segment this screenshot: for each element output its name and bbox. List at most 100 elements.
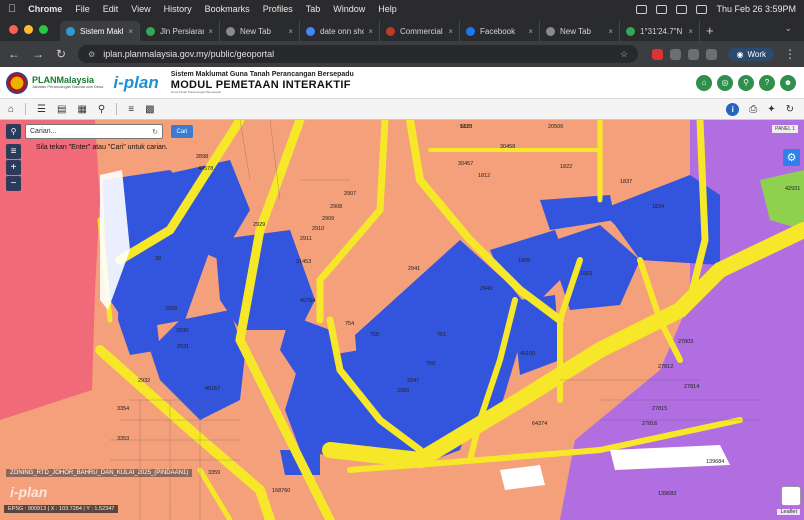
bookmark-star-icon[interactable]: ☆ [620, 49, 628, 60]
close-tab-icon[interactable]: × [368, 27, 373, 36]
wifi-icon[interactable] [676, 4, 688, 14]
info-icon[interactable]: i [726, 102, 740, 116]
apple-icon[interactable]:  [8, 3, 16, 15]
menu-help[interactable]: Help [378, 4, 397, 14]
maximize-window-button[interactable] [39, 25, 48, 34]
battery-icon[interactable] [656, 4, 668, 14]
menu-window[interactable]: Window [333, 4, 365, 14]
clock[interactable]: Thu Feb 26 3:59PM [716, 4, 796, 14]
close-tab-icon[interactable]: × [608, 27, 613, 36]
browser-tab[interactable]: Commercial Pr × [380, 21, 460, 41]
map-icon[interactable]: ▦ [77, 104, 86, 115]
divider [116, 103, 118, 115]
browser-tab[interactable]: New Tab × [540, 21, 620, 41]
tab-title: date onn shop [320, 26, 364, 36]
search-input[interactable]: Carian... ↻ [25, 124, 163, 139]
parcel-label: 45160 [520, 351, 535, 357]
attribution[interactable]: Leaflet [777, 509, 800, 515]
parcel-label: 27816 [642, 421, 657, 427]
more-menu-icon[interactable]: ⋮ [784, 47, 796, 61]
parcel-label: 5125 [460, 124, 472, 130]
favicon-icon [386, 26, 395, 36]
share-icon[interactable]: ✦ [767, 104, 775, 115]
zoom-out-button[interactable]: − [6, 176, 21, 191]
search-icon[interactable]: ⚲ [6, 124, 21, 139]
status-icon[interactable] [636, 4, 648, 14]
site-info-icon[interactable]: ⚙ [88, 50, 95, 59]
home-icon[interactable]: ⌂ [8, 104, 14, 115]
parcel-label: 64374 [532, 421, 547, 427]
layers-menu-icon[interactable]: ≡ [6, 144, 21, 159]
extension-icon[interactable] [706, 48, 718, 60]
minimize-window-button[interactable] [24, 25, 33, 34]
reload-icon[interactable]: ↻ [56, 47, 66, 61]
parcel-label: 2941 [408, 266, 420, 272]
new-tab-button[interactable]: + [706, 23, 714, 38]
help-button[interactable]: ? [759, 74, 775, 91]
clear-icon[interactable]: ↻ [152, 128, 158, 136]
parcel-label: 168760 [272, 488, 290, 494]
watermark: i-plan [10, 484, 48, 500]
minimap[interactable] [781, 486, 801, 506]
menu-tab[interactable]: Tab [306, 4, 321, 14]
menu-profiles[interactable]: Profiles [263, 4, 293, 14]
browser-tab[interactable]: Jln Persiaran × [140, 21, 220, 41]
tab-search-icon[interactable]: ⌄ [784, 23, 792, 34]
list-icon[interactable]: ≡ [128, 104, 134, 115]
refresh-icon[interactable]: ↻ [786, 104, 794, 115]
favicon-icon [146, 26, 155, 36]
browser-tab[interactable]: Sistem Maklumat × [60, 21, 140, 41]
home-button[interactable]: ⌂ [696, 74, 712, 91]
menu-history[interactable]: History [164, 4, 192, 14]
stack-icon[interactable]: ▤ [57, 104, 66, 115]
search-button[interactable]: ⚲ [738, 74, 754, 91]
browser-tab[interactable]: Facebook × [460, 21, 540, 41]
zoom-in-button[interactable]: + [6, 160, 21, 175]
zoom-icon[interactable]: ⚲ [98, 104, 105, 115]
browser-tab[interactable]: date onn shop × [300, 21, 380, 41]
parcel-label: 2930 [176, 328, 188, 334]
settings-gear-icon[interactable]: ⚙ [783, 149, 800, 166]
close-tab-icon[interactable]: × [528, 27, 533, 36]
favicon-icon [66, 26, 75, 36]
extension-icon[interactable] [670, 48, 682, 60]
globe-button[interactable]: ◎ [717, 74, 733, 91]
layers-icon[interactable]: ☰ [37, 104, 46, 115]
close-tab-icon[interactable]: × [128, 27, 133, 36]
parcel-label: 2931 [177, 344, 189, 350]
parcel-label: 28 [155, 256, 161, 262]
close-tab-icon[interactable]: × [208, 27, 213, 36]
profile-button[interactable]: ◉ Work [728, 47, 774, 61]
extension-icon[interactable] [688, 48, 700, 60]
parcel-label: 2898 [196, 154, 208, 160]
parcel-label: 1822 [560, 164, 572, 170]
menu-file[interactable]: File [75, 4, 90, 14]
url-field[interactable]: ⚙ iplan.planmalaysia.gov.my/public/geopo… [78, 45, 639, 63]
close-window-button[interactable] [9, 25, 18, 34]
interactive-map[interactable]: 1810 20506 30457 30458 1822 1837 42931 1812 1834… [0, 120, 804, 520]
browser-tab[interactable]: New Tab × [220, 21, 300, 41]
menu-view[interactable]: View [131, 4, 150, 14]
parcel-label: 755 [370, 332, 379, 338]
zoning-map[interactable]: 1810 205063045730458182218374293118121834… [0, 120, 804, 520]
close-tab-icon[interactable]: × [448, 27, 453, 36]
extension-icon[interactable] [652, 48, 664, 60]
system-title: Sistem Maklumat Guna Tanah Perancangan B… [170, 70, 354, 78]
back-icon[interactable]: ← [8, 47, 20, 61]
menu-bookmarks[interactable]: Bookmarks [205, 4, 250, 14]
print-icon[interactable]: ⎙ [749, 104, 757, 115]
menu-chrome[interactable]: Chrome [28, 4, 62, 14]
close-tab-icon[interactable]: × [288, 27, 293, 36]
parcel-label: 1837 [620, 179, 632, 185]
search-icon[interactable] [696, 4, 708, 14]
grid-icon[interactable]: ▩ [145, 104, 154, 115]
parcel-label: 30458 [500, 144, 515, 150]
parcel-label: 27803 [678, 339, 693, 345]
forward-icon[interactable]: → [32, 47, 44, 61]
close-tab-icon[interactable]: × [688, 27, 693, 36]
menu-edit[interactable]: Edit [103, 4, 119, 14]
user-button[interactable]: ☻ [780, 74, 796, 91]
parcel-label: 2932 [138, 378, 150, 384]
search-submit-button[interactable]: Cari [171, 125, 193, 138]
browser-tab[interactable]: 1°31'24.7"N 1 × [620, 21, 700, 41]
